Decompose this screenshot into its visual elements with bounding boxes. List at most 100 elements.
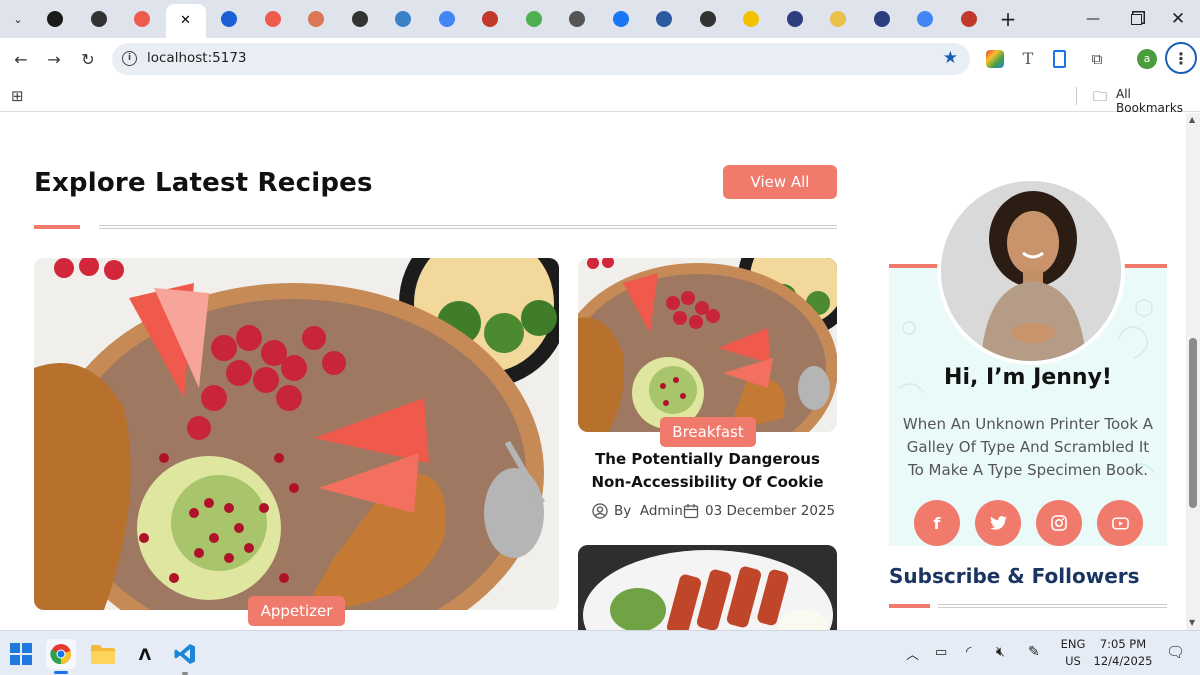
scroll-down-icon[interactable]: ▼ (1189, 618, 1195, 627)
language-indicator[interactable]: ENG US (1055, 637, 1091, 668)
instagram-icon (1051, 515, 1067, 531)
battery-icon[interactable]: ▭ (935, 645, 947, 660)
claude-icon (308, 11, 324, 27)
browser-toolbar: ← → ↻ i localhost:5173 ★ T ⧉ a ⋮ (0, 38, 1200, 80)
forward-button[interactable]: → (41, 46, 67, 72)
subscribe-heading: Subscribe & Followers (889, 564, 1140, 588)
browser-tab[interactable] (79, 6, 119, 32)
profile-bio: When An Unknown Printer Took A Galley Of… (902, 415, 1154, 479)
category-badge[interactable]: Appetizer (248, 596, 345, 626)
ai-icon (525, 11, 542, 27)
font-extension-icon[interactable]: T (1019, 50, 1037, 68)
category-badge[interactable]: Breakfast (660, 417, 756, 447)
close-window-button[interactable]: ✕ (1160, 6, 1196, 32)
youtube-button[interactable] (1097, 500, 1143, 546)
browser-tab[interactable] (818, 6, 858, 32)
facebook-button[interactable]: f (914, 500, 960, 546)
kebab-menu-icon: ⋮ (1173, 48, 1189, 68)
taskbar-file-explorer[interactable] (88, 639, 118, 669)
app-a-icon: Ʌ (138, 644, 152, 664)
browser-tab[interactable] (296, 6, 336, 32)
youtube-icon (1111, 517, 1129, 529)
twitter-icon (989, 516, 1007, 530)
minimize-button[interactable]: — (1075, 6, 1111, 32)
site-info-icon[interactable]: i (122, 51, 137, 66)
facebook-icon: f (933, 513, 941, 533)
browser-tab[interactable]: ✕ (165, 4, 206, 38)
page-content: Explore Latest Recipes View All Appetize… (0, 113, 1186, 630)
taskbar-chrome[interactable] (46, 639, 76, 674)
second-recipe-image[interactable] (578, 545, 837, 630)
bookmark-star-icon[interactable]: ★ (943, 48, 958, 68)
restore-button[interactable] (1118, 6, 1154, 32)
section-title: Explore Latest Recipes (34, 168, 373, 198)
browser-tab[interactable] (644, 6, 684, 32)
globe-icon (395, 11, 411, 27)
pen-icon[interactable]: ✎ (1028, 644, 1040, 660)
windows-taskbar: Ʌ ︿ ▭ ◜ 🔇︎ ✎ ENG US 7:05 PM 12/4/2025 🗨︎ (0, 630, 1200, 675)
apps-grid-icon[interactable]: ⊞ (11, 87, 24, 105)
folder-icon (91, 645, 115, 664)
wifi-icon[interactable]: ◜ (966, 644, 971, 660)
address-bar[interactable]: i localhost:5173 ★ (112, 43, 970, 75)
speaker-muted-icon[interactable]: 🔇︎ (996, 644, 1005, 660)
date-meta: 03 December 2025 (683, 503, 835, 519)
browser-tab[interactable] (122, 6, 162, 32)
browser-menu-button[interactable]: ⋮ (1165, 42, 1197, 74)
food-plate-illustration (578, 545, 837, 630)
tab-search-button[interactable]: ⌄ (2, 6, 34, 32)
browser-tab[interactable] (35, 6, 75, 32)
swirl-icon (960, 11, 977, 27)
tray-chevron-up-icon[interactable]: ︿ (906, 644, 919, 663)
profile-avatar[interactable]: a (1137, 49, 1157, 69)
back-button[interactable]: ← (8, 46, 34, 72)
taskbar-vscode[interactable] (170, 639, 200, 675)
browser-tab[interactable] (340, 6, 380, 32)
color-extension-icon[interactable] (986, 50, 1004, 68)
browser-tab[interactable] (905, 6, 945, 32)
calendar-icon (683, 504, 699, 519)
browser-tab[interactable] (253, 6, 293, 32)
all-bookmarks-link[interactable]: All Bookmarks (1116, 87, 1200, 115)
browser-tab[interactable] (470, 6, 510, 32)
extensions-puzzle-icon[interactable]: ⧉ (1088, 50, 1106, 68)
twitter-button[interactable] (975, 500, 1021, 546)
language-code: ENG (1060, 637, 1086, 651)
notification-icon[interactable]: 🗨︎ (1166, 643, 1185, 661)
browser-tab[interactable] (514, 6, 554, 32)
bookmarks-bar: ⊞ 🗀 All Bookmarks (0, 80, 1200, 115)
browser-tab[interactable] (209, 6, 249, 32)
start-button[interactable] (6, 639, 36, 669)
document-extension-icon[interactable] (1053, 50, 1066, 68)
instagram-button[interactable] (1036, 500, 1082, 546)
scrollbar-thumb[interactable] (1189, 338, 1197, 508)
taskbar-app-a[interactable]: Ʌ (130, 639, 160, 669)
pdf-tool-icon (264, 11, 281, 27)
new-tab-button[interactable]: + (990, 6, 1026, 32)
active-app-indicator (54, 671, 68, 674)
view-all-button[interactable]: View All (723, 165, 837, 199)
restore-icon (1130, 13, 1142, 25)
browser-tab[interactable] (862, 6, 902, 32)
browser-tab[interactable] (775, 6, 815, 32)
browser-tab[interactable] (557, 6, 597, 32)
side-recipe-image[interactable] (578, 258, 837, 432)
browser-tab[interactable] (688, 6, 728, 32)
chevron-down-icon: ⌄ (13, 12, 23, 26)
minimize-icon: — (1086, 11, 1100, 27)
url-text[interactable]: localhost:5173 (147, 50, 247, 66)
clock[interactable]: 7:05 PM 12/4/2025 (1090, 637, 1156, 668)
scroll-up-icon[interactable]: ▲ (1189, 115, 1195, 124)
browser-tab[interactable] (731, 6, 771, 32)
reload-button[interactable]: ↻ (75, 46, 101, 72)
browser-tab[interactable] (601, 6, 641, 32)
page-scrollbar[interactable]: ▲ ▼ (1186, 113, 1200, 630)
main-recipe-image[interactable] (34, 258, 559, 610)
google-icon (438, 11, 455, 27)
browser-tab[interactable] (427, 6, 467, 32)
browser-tab[interactable] (383, 6, 423, 32)
recipe-title-link[interactable]: The Potentially Dangerous Non-Accessibil… (578, 448, 837, 494)
clock-time: 7:05 PM (1099, 637, 1147, 651)
swirl-icon (482, 11, 498, 27)
browser-tab[interactable] (949, 6, 989, 32)
